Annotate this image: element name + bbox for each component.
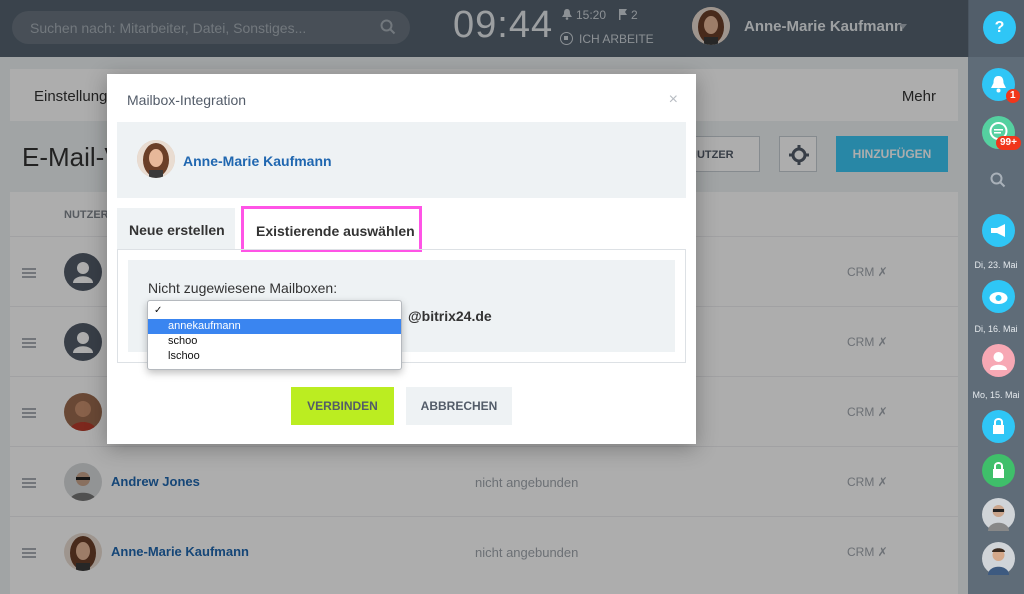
user-name-link[interactable]: Anne-Marie Kaufmann <box>183 153 332 169</box>
date-label: Mo, 15. Mai <box>972 390 1020 400</box>
option-label: lschoo <box>168 350 200 362</box>
avatar[interactable] <box>982 498 1015 531</box>
avatar <box>137 140 175 178</box>
option-label: schoo <box>168 335 198 347</box>
mailbox-select-dropdown[interactable]: ✓ annekaufmann schoo lschoo <box>147 300 402 370</box>
dropdown-option[interactable]: lschoo <box>148 349 401 364</box>
date-label: Di, 16. Mai <box>974 324 1018 334</box>
lock-icon[interactable] <box>982 410 1015 443</box>
search-icon[interactable] <box>990 172 1006 188</box>
domain-suffix: @bitrix24.de <box>408 308 492 324</box>
cancel-button[interactable]: ABBRECHEN <box>406 387 512 425</box>
avatar[interactable] <box>982 542 1015 575</box>
chat-badge: 99+ <box>996 136 1021 150</box>
user-icon[interactable] <box>982 344 1015 377</box>
selected-user: Anne-Marie Kaufmann <box>117 122 686 198</box>
right-sidebar: ? 1 99+ Di, 23. Mai Di, 16. Mai Mo, 15. … <box>968 0 1024 594</box>
close-icon[interactable]: × <box>669 91 678 109</box>
dropdown-option-selected[interactable]: annekaufmann <box>148 319 401 334</box>
dialog-title: Mailbox-Integration <box>127 92 247 108</box>
cloud-icon[interactable] <box>982 280 1015 313</box>
help-area: ? <box>968 0 1024 57</box>
tab-select-existing-label: Existierende auswählen <box>256 223 415 239</box>
tab-select-existing[interactable]: Existierende auswählen <box>241 206 422 252</box>
tab-create-new-label: Neue erstellen <box>129 222 225 238</box>
connect-button[interactable]: VERBINDEN <box>291 387 394 425</box>
mailbox-label: Nicht zugewiesene Mailboxen: <box>148 280 338 296</box>
tab-create-new[interactable]: Neue erstellen <box>117 208 235 250</box>
checkmark-icon: ✓ <box>154 305 163 316</box>
dropdown-option[interactable]: ✓ <box>148 303 401 318</box>
megaphone-icon[interactable] <box>982 214 1015 247</box>
lock-icon[interactable] <box>982 454 1015 487</box>
mailbox-integration-dialog: Mailbox-Integration × Anne-Marie Kaufman… <box>107 74 696 444</box>
dropdown-option[interactable]: schoo <box>148 334 401 349</box>
option-label: annekaufmann <box>168 320 241 332</box>
date-label: Di, 23. Mai <box>974 260 1018 270</box>
notifications-badge: 1 <box>1006 89 1020 103</box>
help-button[interactable]: ? <box>983 11 1016 44</box>
